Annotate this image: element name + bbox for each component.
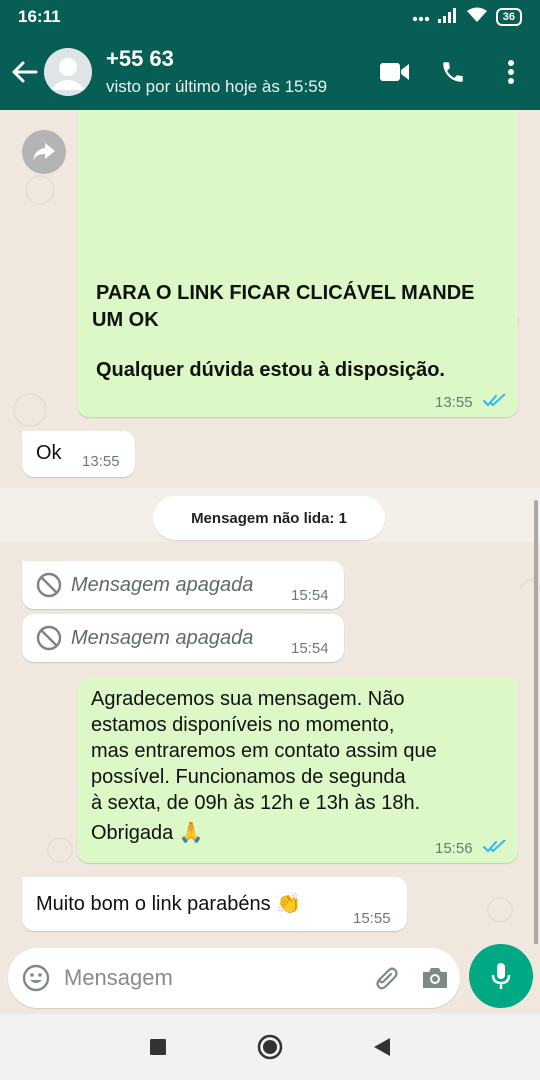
deleted-message-text: Mensagem apagada	[71, 627, 254, 649]
emoji-icon	[22, 964, 50, 992]
message-bubble-deleted[interactable]: Mensagem apagada 15:54	[22, 614, 344, 662]
message-text: Ok	[36, 442, 62, 464]
chat-scrollbar[interactable]	[534, 500, 538, 944]
video-camera-icon	[380, 63, 409, 81]
phone-icon	[443, 62, 463, 82]
status-time: 16:11	[18, 7, 61, 26]
message-bubble-outgoing[interactable]: Agradecemos sua mensagem. Não estamos di…	[77, 677, 518, 863]
contact-name: +55 63	[106, 46, 174, 71]
blocked-icon	[36, 572, 62, 598]
system-nav-bar	[0, 1014, 540, 1080]
message-time: 15:55	[353, 910, 391, 927]
home-button[interactable]	[214, 1014, 326, 1080]
forward-arrow-icon	[33, 143, 55, 161]
avatar[interactable]	[44, 48, 92, 96]
status-bar: 16:11 36	[0, 0, 540, 34]
message-time: 15:54	[291, 587, 329, 604]
message-time: 13:55	[82, 453, 120, 470]
battery-indicator: 36	[495, 8, 522, 26]
message-time: 13:55	[435, 394, 473, 411]
back-nav-button[interactable]	[326, 1014, 438, 1080]
message-text: Muito bom o link parabéns 👏	[36, 893, 302, 915]
message-input-container	[8, 948, 460, 1008]
recents-button[interactable]	[102, 1014, 214, 1080]
voice-record-button[interactable]	[469, 944, 533, 1008]
emoji-button[interactable]	[8, 948, 64, 1008]
message-line: à sexta, de 09h às 12h e 13h às 18h.	[91, 792, 421, 814]
back-button[interactable]	[6, 48, 44, 96]
arrow-left-icon	[12, 61, 38, 83]
attach-button[interactable]	[360, 948, 410, 1008]
forward-button[interactable]	[22, 130, 66, 174]
app-bar-actions	[366, 48, 540, 96]
top-bar: 16:11 36 +55 63 visto por último hoje às…	[0, 0, 540, 110]
circle-icon	[257, 1034, 283, 1060]
message-bubble-incoming[interactable]: Muito bom o link parabéns 👏 15:55	[22, 877, 407, 931]
composer-bar	[0, 944, 540, 1014]
unread-messages-label: Mensagem não lida: 1	[153, 496, 385, 540]
contact-info[interactable]: +55 63 visto por último hoje às 15:59	[106, 46, 327, 98]
triangle-back-icon	[374, 1038, 390, 1056]
message-line: Qualquer dúvida estou à disposição.	[96, 359, 445, 381]
voice-call-button[interactable]	[424, 48, 482, 96]
read-ticks-icon	[483, 840, 506, 853]
message-line: Agradecemos sua mensagem. Não	[91, 688, 405, 710]
last-seen: visto por último hoje às 15:59	[106, 77, 328, 96]
more-vertical-icon	[508, 60, 514, 84]
chat-app-bar: +55 63 visto por último hoje às 15:59	[0, 34, 540, 110]
signal-icon	[437, 7, 458, 28]
message-bubble-deleted[interactable]: Mensagem apagada 15:54	[22, 561, 344, 609]
default-avatar-icon	[44, 48, 92, 96]
wifi-icon	[466, 7, 488, 28]
blocked-icon	[36, 625, 62, 651]
camera-icon	[423, 968, 447, 988]
microphone-icon	[491, 963, 511, 989]
message-line: possível. Funcionamos de segunda	[91, 766, 406, 788]
message-line: Obrigada 🙏	[91, 822, 204, 844]
message-line: mas entraremos em contato assim que	[91, 740, 437, 762]
video-call-button[interactable]	[366, 48, 424, 96]
message-bubble-outgoing[interactable]: PARA O LINK FICAR CLICÁVEL MANDE UM OK Q…	[77, 110, 518, 417]
deleted-message-text: Mensagem apagada	[71, 574, 254, 596]
overflow-menu-button[interactable]	[482, 48, 540, 96]
message-input[interactable]	[64, 965, 360, 991]
message-bubble-incoming[interactable]: Ok 13:55	[22, 431, 135, 477]
square-icon	[150, 1039, 166, 1055]
message-time: 15:56	[435, 840, 473, 857]
camera-button[interactable]	[410, 948, 460, 1008]
chat-area[interactable]: PARA O LINK FICAR CLICÁVEL MANDE UM OK Q…	[0, 110, 540, 944]
message-line: UM OK	[92, 309, 159, 331]
message-line: estamos disponíveis no momento,	[91, 714, 395, 736]
status-icons: 36	[412, 7, 522, 28]
message-time: 15:54	[291, 640, 329, 657]
message-line: PARA O LINK FICAR CLICÁVEL MANDE	[96, 282, 475, 304]
read-ticks-icon	[483, 394, 506, 407]
more-dots-icon	[412, 7, 430, 27]
paperclip-icon	[376, 967, 398, 990]
